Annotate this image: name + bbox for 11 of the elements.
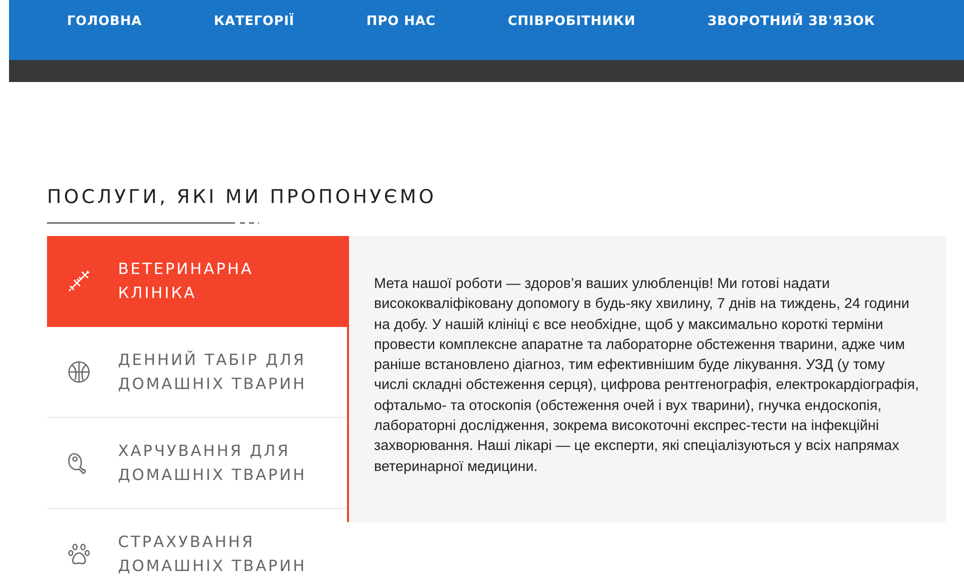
syringe-icon <box>67 269 91 293</box>
nav-link[interactable]: СПІВРОБІТНИКИ <box>508 14 636 29</box>
paw-icon <box>67 542 91 566</box>
ball-icon <box>67 360 91 384</box>
section-title: ПОСЛУГИ, ЯКІ МИ ПРОПОНУЄМО <box>47 185 438 210</box>
nav-link[interactable]: ГОЛОВНА <box>67 14 142 29</box>
nav-link[interactable]: ЗВОРОТНИЙ ЗВ'ЯЗОК <box>708 14 876 29</box>
service-description: Мета нашої роботи — здоров’я ваших улюбленців! Ми готові надати висококваліфіковану допомогу в будь-яку хвилину, 7 днів на тиждень, 24 години на добу. У нашій клініці є все необхідне, щоб у максимально короткі терміни провести комплексне апаратне та лабораторне обстеження тварини, адже чим раніше встановлено діагноз, тим ефективнішим буде лікування. УЗД (у тому числі складні обстеження серця), цифрова рентгенографія, електрокардіографія, офтальмо- та отоскопія (обстеження очей і вух тварини), гнучка ендоскопія, лабораторні дослідження, зокрема високоточні експрес-тести на інфекційні захворювання. Наші лікарі — це експерти, які спеціалізуються у всіх напрямах ветеринарної медицини. <box>374 275 920 477</box>
nav-link[interactable]: КАТЕГОРІЇ <box>214 14 294 29</box>
nav-link[interactable]: ПРО НАС <box>366 14 436 29</box>
service-tab[interactable]: ВЕТЕРИНАРНА КЛІНІКА <box>47 236 348 327</box>
